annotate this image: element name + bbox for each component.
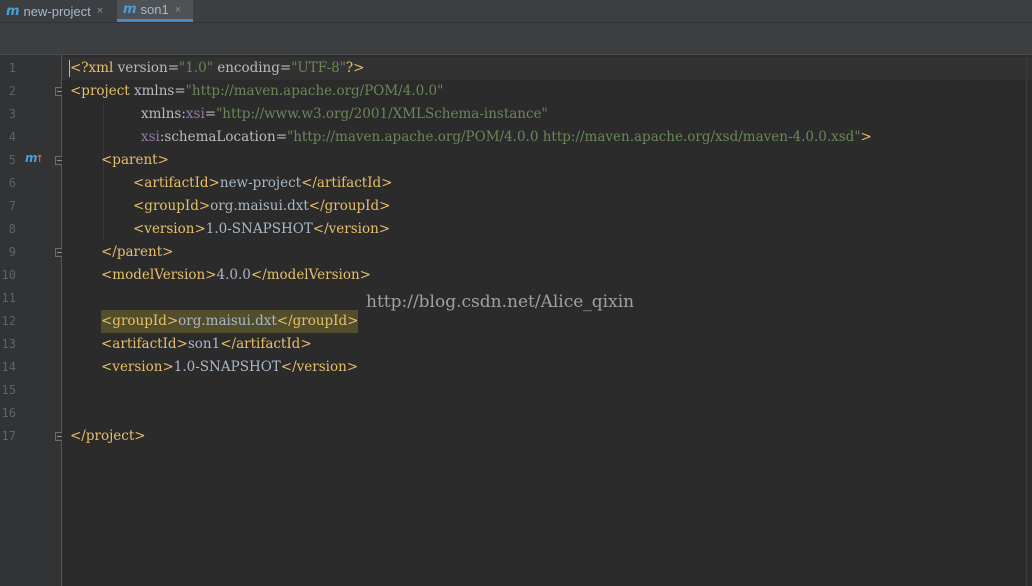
code-line-1: <?xml version="1.0" encoding="UTF-8"?> [70, 60, 365, 76]
close-icon[interactable]: × [97, 5, 103, 17]
line-number: 7 [8, 199, 16, 213]
maven-file-icon: m [6, 3, 20, 19]
code-line-9: </parent> [101, 244, 174, 260]
line-number: 3 [8, 107, 16, 121]
line-number: 10 [1, 268, 16, 282]
tab-son1[interactable]: m son1 × [117, 0, 193, 22]
line-number: 5 [8, 153, 16, 167]
indent-guide [103, 103, 104, 241]
tab-label: new-project [23, 3, 91, 19]
line-number: 17 [1, 429, 16, 443]
text-caret [69, 60, 70, 77]
line-number: 6 [8, 176, 16, 190]
line-number: 15 [1, 383, 16, 397]
line-number: 11 [1, 291, 16, 305]
code-line-4: xsi:schemaLocation="http://maven.apache.… [141, 129, 872, 145]
right-margin-guide [1026, 55, 1027, 586]
close-icon[interactable]: × [175, 4, 181, 16]
maven-file-icon: m [123, 2, 137, 17]
editor-tab-bar: m new-project × m son1 × [0, 0, 1032, 23]
code-line-13: <artifactId>son1</artifactId> [101, 336, 312, 352]
line-number: 14 [1, 360, 16, 374]
code-line-10: <modelVersion>4.0.0</modelVersion> [101, 267, 371, 283]
code-line-5: <parent> [101, 152, 169, 168]
line-number: 2 [8, 84, 16, 98]
line-number: 13 [1, 337, 16, 351]
code-line-3: xmlns:xsi="http://www.w3.org/2001/XMLSch… [141, 106, 548, 122]
tab-label: son1 [140, 2, 169, 17]
code-line-6: <artifactId>new-project</artifactId> [133, 175, 393, 191]
editor-gutter[interactable]: 1 2 3 4 5 6 7 8 9 10 11 12 13 14 15 16 1… [0, 55, 62, 586]
line-number: 12 [1, 314, 16, 328]
line-number: 9 [8, 245, 16, 259]
watermark-text: http://blog.csdn.net/Alice_qixin [366, 292, 635, 312]
line-number: 8 [8, 222, 16, 236]
navigate-up-arrow-icon: ↑ [35, 154, 44, 165]
maven-parent-gutter-icon[interactable]: m↑ [25, 151, 44, 165]
line-number: 1 [8, 61, 16, 75]
tab-new-project[interactable]: m new-project × [0, 0, 114, 22]
code-line-14: <version>1.0-SNAPSHOT</version> [101, 359, 359, 375]
code-line-2: <project xmlns="http://maven.apache.org/… [70, 83, 444, 99]
line-number: 4 [8, 130, 16, 144]
line-number: 16 [1, 406, 16, 420]
code-line-17: </project> [70, 428, 146, 444]
code-line-8: <version>1.0-SNAPSHOT</version> [133, 221, 391, 237]
editor-breadcrumb-bar [0, 23, 1032, 55]
code-line-12: <groupId>org.maisui.dxt</groupId> [101, 310, 359, 333]
code-line-7: <groupId>org.maisui.dxt</groupId> [133, 198, 391, 214]
